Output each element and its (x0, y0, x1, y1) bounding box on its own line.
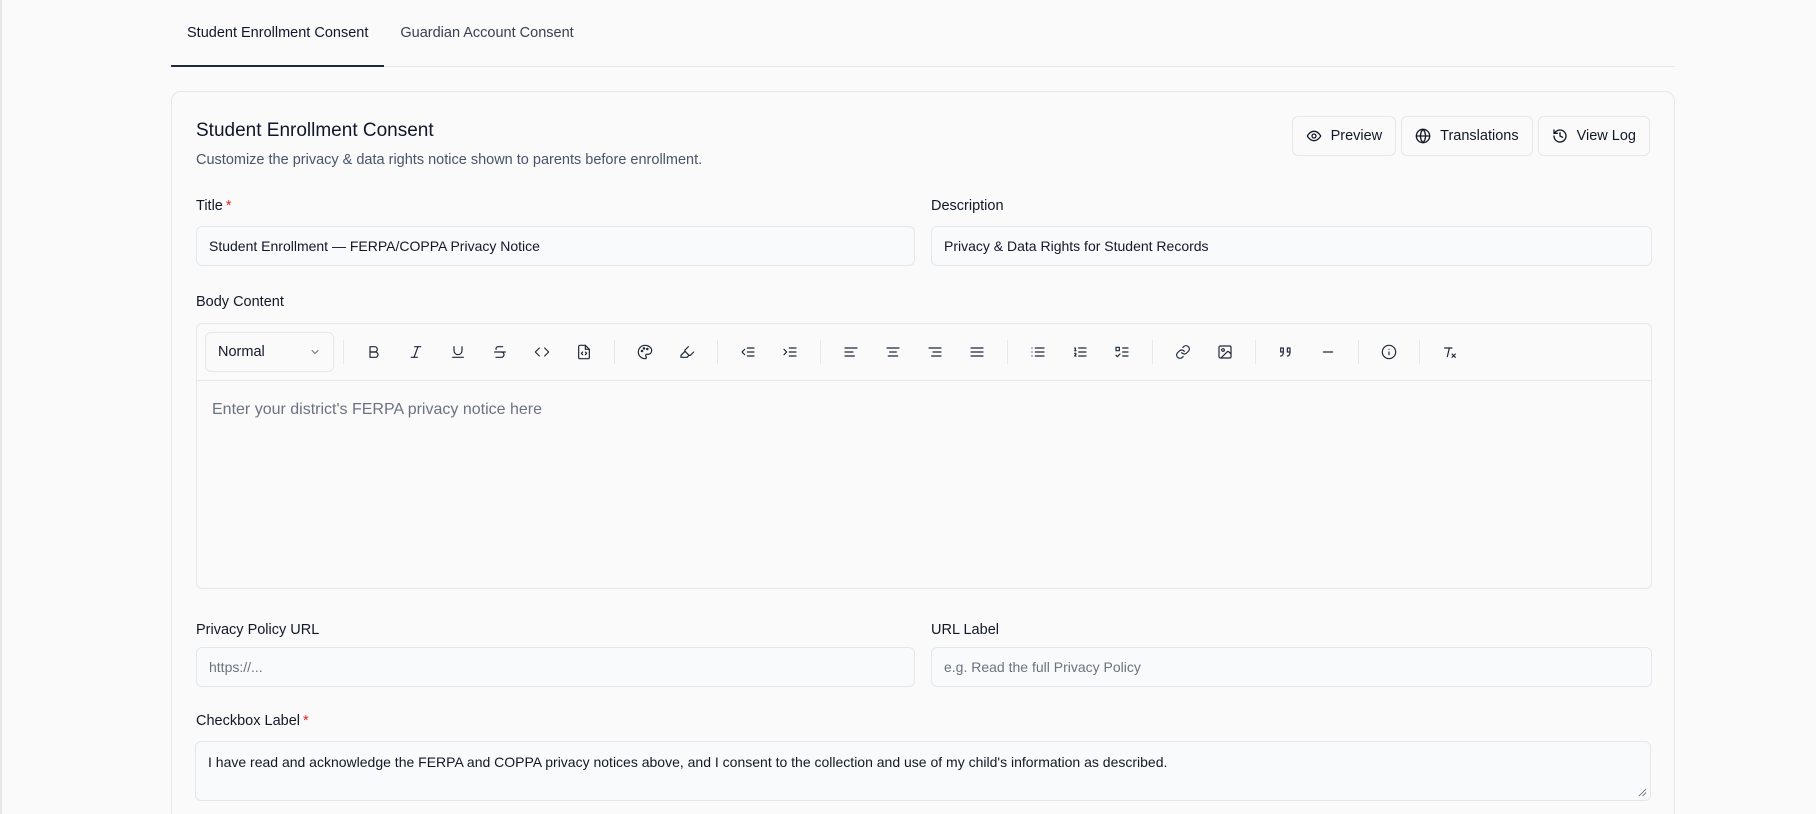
page-container: Student Enrollment Consent Guardian Acco… (171, 0, 1675, 814)
view-log-button[interactable]: View Log (1537, 116, 1650, 156)
palette-icon (637, 344, 653, 360)
image-icon (1218, 345, 1232, 359)
outdent-button[interactable] (730, 334, 766, 370)
code-block-button[interactable] (566, 334, 602, 370)
ordered-list-button[interactable] (1062, 334, 1098, 370)
privacy-policy-url-label: Privacy Policy URL (196, 622, 320, 638)
strikethrough-icon (494, 346, 506, 358)
url-label-label: URL Label (931, 622, 999, 638)
image-button[interactable] (1207, 334, 1243, 370)
align-left-button[interactable] (833, 334, 869, 370)
bullet-list-button[interactable] (1020, 334, 1056, 370)
remove-formatting-icon (1444, 347, 1456, 358)
quote-icon (1280, 347, 1291, 357)
consent-tabs: Student Enrollment Consent Guardian Acco… (171, 0, 1675, 67)
info-icon (1381, 344, 1397, 360)
align-left-icon (844, 347, 858, 357)
align-right-icon (928, 347, 942, 357)
align-center-button[interactable] (875, 334, 911, 370)
description-label: Description (931, 198, 1004, 214)
outdent-icon (741, 347, 755, 357)
text-format-select[interactable]: Normal (205, 332, 334, 372)
text-color-button[interactable] (627, 334, 663, 370)
info-callout-button[interactable] (1371, 334, 1407, 370)
toolbar-separator (1419, 340, 1420, 364)
toolbar-separator (820, 340, 821, 364)
horizontal-rule-button[interactable] (1310, 334, 1346, 370)
code-icon (534, 347, 550, 357)
toolbar-separator (614, 340, 615, 364)
title-label: Title * (196, 198, 232, 214)
description-input[interactable]: Privacy & Data Rights for Student Record… (931, 226, 1652, 266)
inline-code-button[interactable] (524, 334, 560, 370)
required-marker: * (303, 713, 309, 729)
checkbox-label-label: Checkbox Label * (196, 713, 309, 729)
toolbar-separator (1152, 340, 1153, 364)
bold-icon (369, 346, 379, 358)
underline-icon (452, 346, 464, 358)
chevron-down-icon (311, 350, 319, 354)
highlight-button[interactable] (669, 334, 705, 370)
align-right-button[interactable] (917, 334, 953, 370)
view-log-label: View Log (1576, 128, 1636, 144)
editor-toolbar: Normal (197, 324, 1651, 381)
italic-icon (410, 346, 422, 358)
clear-formatting-button[interactable] (1432, 334, 1468, 370)
link-icon (1176, 345, 1190, 359)
rich-text-editor: Normal Enter your district's FERPA priva… (196, 323, 1652, 589)
card-subtitle: Customize the privacy & data rights noti… (196, 152, 703, 168)
required-marker: * (225, 198, 232, 214)
resize-handle-icon[interactable] (1638, 788, 1647, 797)
indent-button[interactable] (772, 334, 808, 370)
align-justify-button[interactable] (959, 334, 995, 370)
list-icon (1031, 347, 1045, 357)
checkbox-label-textarea[interactable]: I have read and acknowledge the FERPA an… (195, 741, 1651, 801)
title-input[interactable]: Student Enrollment — FERPA/COPPA Privacy… (196, 226, 915, 266)
url-label-input[interactable] (931, 647, 1652, 687)
toolbar-separator (1358, 340, 1359, 364)
privacy-policy-url-input[interactable] (196, 647, 915, 687)
list-ordered-icon (1074, 347, 1087, 357)
consent-card: Student Enrollment Consent Customize the… (171, 91, 1675, 814)
italic-button[interactable] (398, 334, 434, 370)
list-checks-icon (1115, 346, 1129, 358)
link-button[interactable] (1165, 334, 1201, 370)
left-rail (0, 0, 2, 814)
editor-content-area[interactable]: Enter your district's FERPA privacy noti… (197, 381, 1651, 439)
toolbar-separator (1255, 340, 1256, 364)
blockquote-button[interactable] (1268, 334, 1304, 370)
eye-icon (1306, 130, 1321, 142)
toolbar-separator (1007, 340, 1008, 364)
header-actions: Preview Translations View Log (1291, 116, 1650, 156)
toolbar-separator (717, 340, 718, 364)
align-justify-icon (970, 347, 984, 357)
text-format-value: Normal (218, 344, 265, 360)
translations-button[interactable]: Translations (1401, 116, 1533, 156)
strikethrough-button[interactable] (482, 334, 518, 370)
minus-icon (1322, 351, 1334, 353)
align-center-icon (886, 347, 900, 357)
translations-label: Translations (1440, 128, 1519, 144)
file-code-icon (578, 344, 590, 360)
task-list-button[interactable] (1104, 334, 1140, 370)
bold-button[interactable] (356, 334, 392, 370)
body-content-label: Body Content (196, 294, 284, 310)
checkbox-label-text: I have read and acknowledge the FERPA an… (208, 754, 1168, 770)
globe-icon (1415, 128, 1431, 144)
highlighter-icon (680, 346, 695, 358)
underline-button[interactable] (440, 334, 476, 370)
toolbar-separator (343, 340, 344, 364)
tab-guardian-account-consent[interactable]: Guardian Account Consent (384, 0, 589, 66)
history-icon (1552, 129, 1567, 143)
tab-student-enrollment-consent[interactable]: Student Enrollment Consent (171, 0, 385, 67)
indent-icon (783, 347, 797, 357)
preview-label: Preview (1330, 128, 1383, 144)
card-title: Student Enrollment Consent (196, 120, 434, 141)
preview-button[interactable]: Preview (1291, 116, 1397, 156)
